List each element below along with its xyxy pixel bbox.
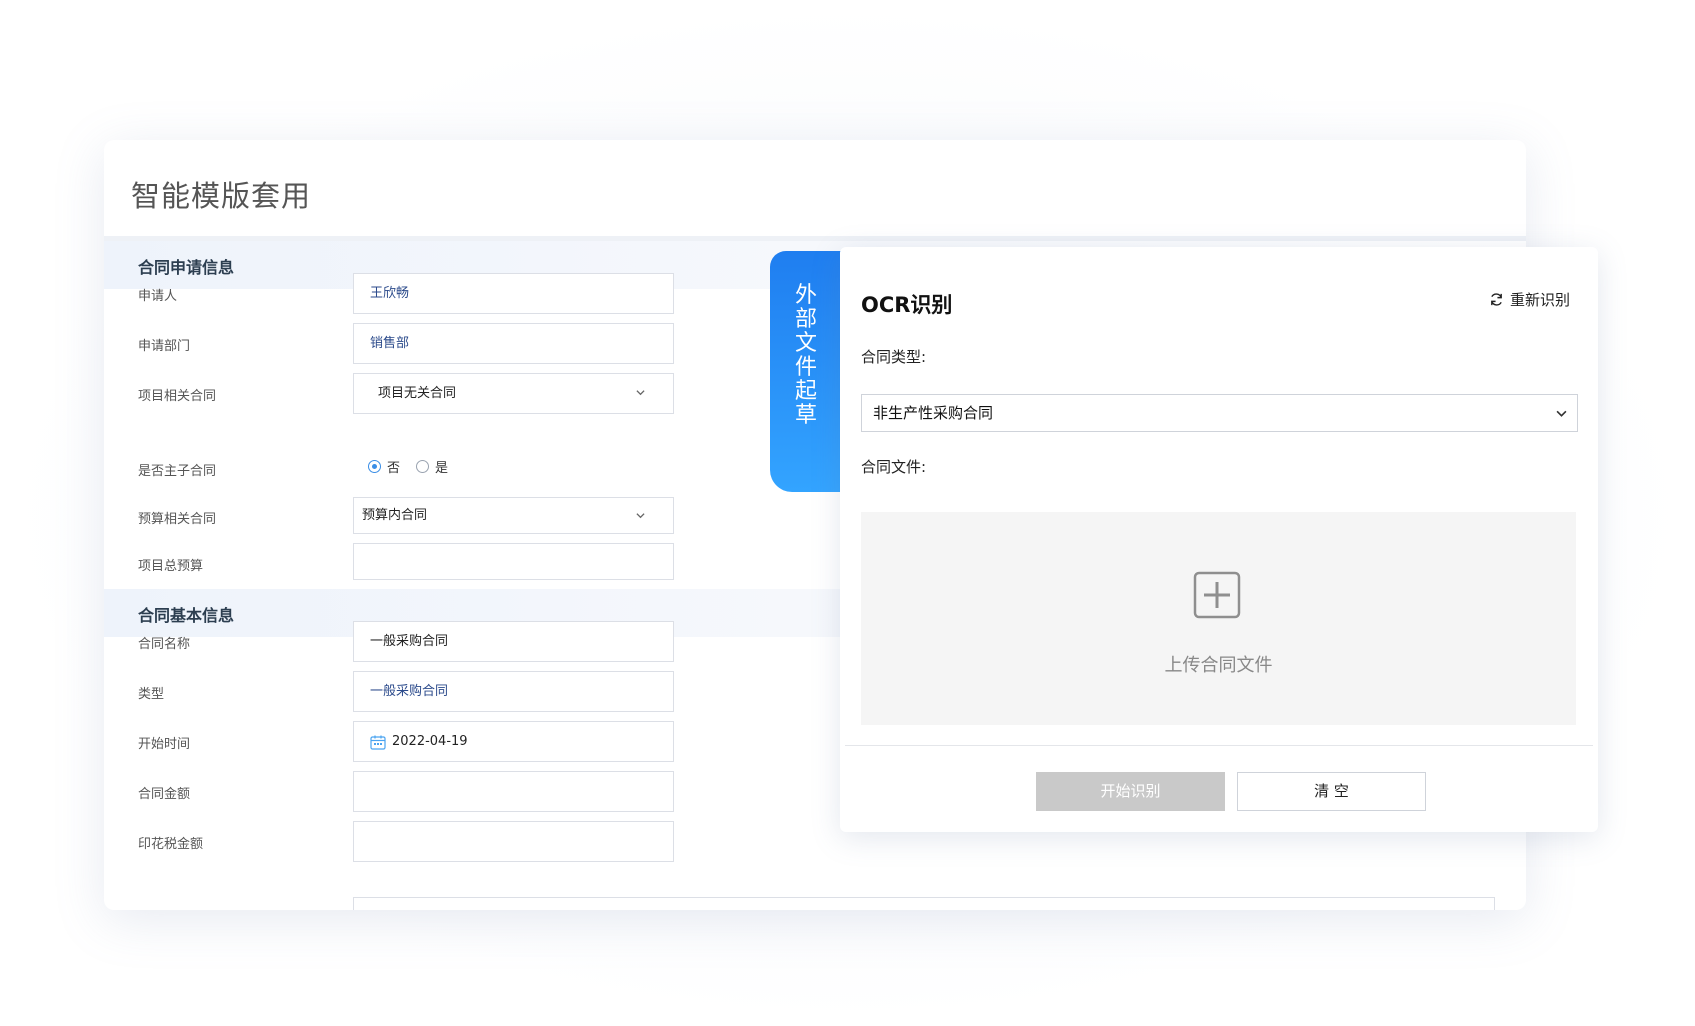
- external-file-draft-tab[interactable]: 外 部 文 件 起 草: [770, 251, 842, 492]
- re-recognize-label: 重新识别: [1509, 291, 1570, 309]
- remarks-input[interactable]: [353, 897, 1495, 910]
- budget-related-select[interactable]: 预算内合同: [353, 497, 674, 534]
- calendar-icon: [370, 735, 386, 750]
- is-master-radio-group: 否 是: [368, 456, 464, 476]
- chevron-down-icon: [1556, 410, 1567, 417]
- contract-name-label: 合同名称: [138, 637, 191, 652]
- type-input[interactable]: 一般采购合同: [353, 671, 674, 712]
- page-title: 智能模版套用: [131, 179, 312, 213]
- tab-char: 草: [794, 403, 817, 428]
- budget-related-label: 预算相关合同: [138, 512, 217, 527]
- section-title: 合同基本信息: [138, 606, 235, 625]
- contract-type-select[interactable]: 非生产性采购合同: [861, 394, 1578, 432]
- plus-icon: [1193, 571, 1241, 619]
- project-related-label: 项目相关合同: [138, 389, 217, 404]
- project-related-value: 项目无关合同: [378, 386, 457, 401]
- department-input[interactable]: 销售部: [353, 323, 674, 364]
- chevron-down-icon: [636, 390, 645, 396]
- chevron-down-icon: [636, 513, 645, 519]
- ocr-divider: [845, 745, 1593, 746]
- contract-type-label: 合同类型:: [861, 348, 927, 366]
- amount-label: 合同金额: [138, 787, 191, 802]
- clear-button[interactable]: 清 空: [1237, 772, 1426, 811]
- tab-char: 件: [794, 355, 817, 380]
- applicant-label: 申请人: [138, 289, 178, 304]
- start-time-input[interactable]: 2022-04-19: [353, 721, 674, 762]
- contract-file-label: 合同文件:: [861, 458, 927, 476]
- radio-no-label: 否: [387, 460, 401, 476]
- tab-char: 部: [794, 307, 817, 332]
- radio-no[interactable]: [368, 459, 381, 473]
- tab-char: 起: [794, 379, 817, 404]
- upload-dropzone[interactable]: 上传合同文件: [861, 512, 1576, 725]
- start-time-label: 开始时间: [138, 737, 191, 752]
- stamp-tax-input[interactable]: [353, 821, 674, 862]
- contract-name-input[interactable]: 一般采购合同: [353, 621, 674, 662]
- project-related-select[interactable]: 项目无关合同: [353, 373, 674, 414]
- stamp-tax-label: 印花税金额: [138, 837, 204, 852]
- type-label: 类型: [138, 687, 165, 702]
- radio-yes-label: 是: [435, 460, 449, 476]
- applicant-input[interactable]: 王欣畅: [353, 273, 674, 314]
- budget-related-value: 预算内合同: [362, 508, 428, 523]
- refresh-icon: [1491, 293, 1502, 306]
- amount-input[interactable]: [353, 771, 674, 812]
- contract-type-value: 非生产性采购合同: [873, 404, 994, 422]
- upload-text: 上传合同文件: [1164, 655, 1273, 676]
- start-recognition-button[interactable]: 开始识别: [1036, 772, 1225, 811]
- start-time-value: 2022-04-19: [392, 734, 468, 749]
- department-label: 申请部门: [138, 339, 191, 354]
- ocr-panel: OCR识别 重新识别 合同类型: 非生产性采购合同 合同文件: 上传合同文件 开…: [840, 247, 1598, 832]
- radio-yes[interactable]: [416, 459, 430, 473]
- tab-char: 文: [794, 331, 817, 356]
- re-recognize-button[interactable]: 重新识别: [1489, 289, 1570, 310]
- ocr-title: OCR识别: [861, 293, 953, 317]
- tab-char: 外: [794, 283, 817, 308]
- project-budget-label: 项目总预算: [138, 559, 204, 574]
- project-budget-input[interactable]: [353, 543, 674, 580]
- is-master-label: 是否主子合同: [138, 464, 217, 479]
- section-title: 合同申请信息: [138, 258, 235, 277]
